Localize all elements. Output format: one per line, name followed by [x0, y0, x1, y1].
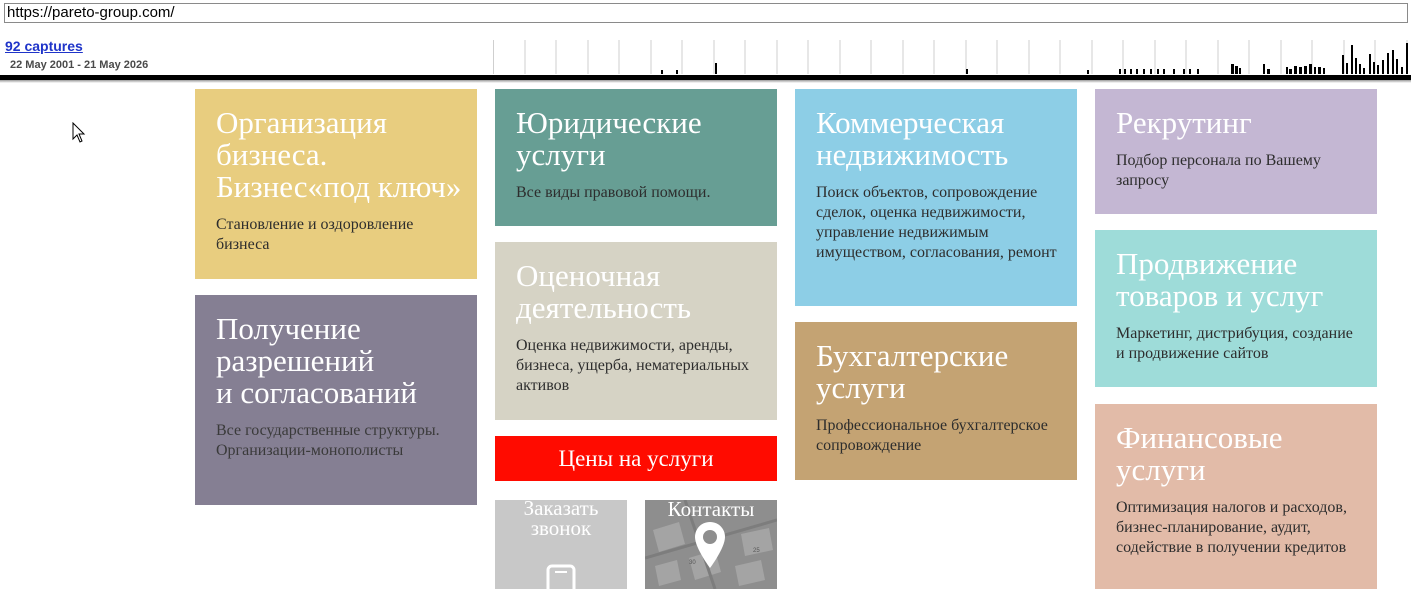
- tile-title: Получение разрешений и согласований: [216, 311, 417, 410]
- tile-evaluation[interactable]: Оценочная деятельность Оценка недвижимос…: [495, 242, 777, 420]
- tile-legal-services[interactable]: Юридические услуги Все виды правовой пом…: [495, 89, 777, 226]
- tile-title: Юридические услуги: [516, 105, 702, 172]
- contacts-button[interactable]: 30 25 Контакты: [645, 500, 777, 589]
- tile-description: Профессиональное бухгалтерское сопровожд…: [816, 417, 1048, 454]
- tile-title: Оценочная деятельность: [516, 258, 692, 325]
- tile-commercial-real-estate[interactable]: Коммерческая недвижимость Поиск объектов…: [795, 89, 1077, 306]
- tile-description: Становление и оздоровление бизнеса: [216, 216, 414, 253]
- tile-title: Коммерческая недвижимость: [816, 105, 1009, 172]
- tile-promotion[interactable]: Продвижение товаров и услуг Маркетинг, д…: [1095, 230, 1377, 387]
- captures-link[interactable]: 92 captures: [5, 38, 83, 54]
- order-call-button[interactable]: Заказать звонок: [495, 500, 627, 589]
- toolbar-shadow: [0, 80, 1411, 83]
- tile-accounting[interactable]: Бухгалтерские услуги Профессиональное бу…: [795, 322, 1077, 480]
- prices-button[interactable]: Цены на услуги: [495, 436, 777, 481]
- capture-date-range: 22 May 2001 - 21 May 2026: [10, 59, 149, 71]
- capture-histogram[interactable]: [493, 40, 1411, 74]
- map-pin-icon: [695, 522, 725, 568]
- tile-permits[interactable]: Получение разрешений и согласований Все …: [195, 295, 477, 505]
- tile-title: Организация бизнеса. Бизнес«под ключ»: [216, 105, 462, 204]
- tile-description: Маркетинг, дистрибуция, создание и продв…: [1116, 325, 1353, 362]
- tile-description: Все государственные структуры. Организац…: [216, 422, 440, 459]
- tile-business-organization[interactable]: Организация бизнеса. Бизнес«под ключ» Ст…: [195, 89, 477, 279]
- tile-description: Поиск объектов, сопровождение сделок, оц…: [816, 184, 1057, 261]
- tile-description: Оценка недвижимости, аренды, бизнеса, ущ…: [516, 337, 750, 394]
- contacts-label: Контакты: [667, 500, 755, 521]
- svg-text:25: 25: [753, 548, 760, 554]
- tile-recruiting[interactable]: Рекрутинг Подбор персонала по Вашему зап…: [1095, 89, 1377, 214]
- tile-title: Бухгалтерские услуги: [816, 338, 1009, 405]
- tile-description: Все виды правовой помощи.: [516, 184, 711, 201]
- tile-title: Рекрутинг: [1116, 105, 1252, 140]
- tile-description: Оптимизация налогов и расходов, бизнес-п…: [1116, 499, 1347, 556]
- mouse-cursor-icon: [72, 122, 86, 143]
- wayback-toolbar: https://pareto-group.com/ 92 captures 22…: [0, 0, 1411, 83]
- tile-description: Подбор персонала по Вашему запросу: [1116, 152, 1321, 189]
- tile-title: Продвижение товаров и услуг: [1116, 246, 1324, 313]
- tile-financial-services[interactable]: Финансовые услуги Оптимизация налогов и …: [1095, 404, 1377, 589]
- order-call-label: Заказать звонок: [523, 500, 599, 540]
- url-field[interactable]: https://pareto-group.com/: [4, 3, 1408, 23]
- tile-title: Финансовые услуги: [1116, 420, 1283, 487]
- phone-icon: [546, 564, 576, 589]
